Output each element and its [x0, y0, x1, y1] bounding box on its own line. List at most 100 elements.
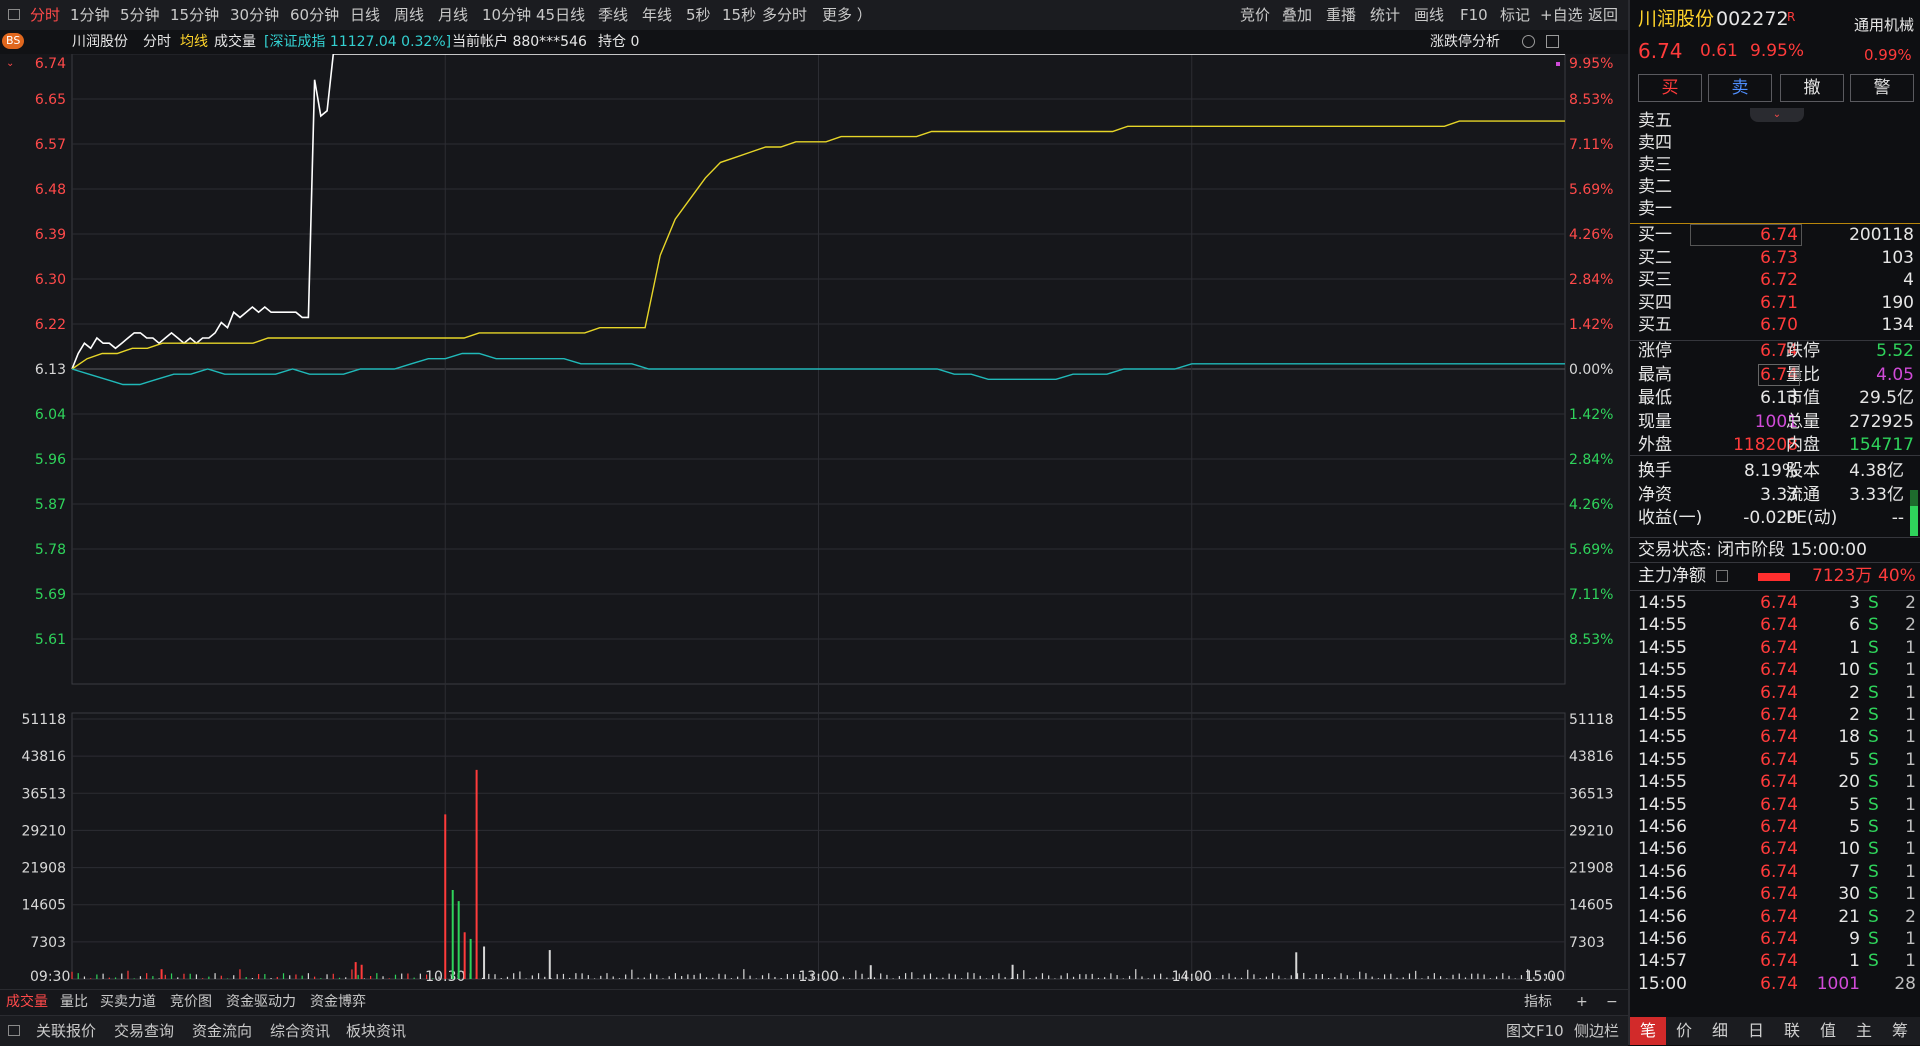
tick-volume: 5: [1849, 817, 1860, 837]
period-tab-11[interactable]: 季线: [598, 0, 628, 30]
period-tab-14[interactable]: 15秒: [722, 0, 756, 30]
tick-price: 6.74: [1760, 615, 1798, 636]
tick-price: 6.74: [1760, 772, 1798, 793]
main-net-info-icon[interactable]: [1716, 570, 1728, 582]
period-tab-3[interactable]: 15分钟: [170, 0, 219, 30]
status-menu-icon[interactable]: [8, 1025, 20, 1036]
price-tick-label-3: 6.48: [35, 182, 66, 198]
indicator-tab-0[interactable]: 成交量: [6, 990, 48, 1015]
period-tab-5[interactable]: 60分钟: [290, 0, 339, 30]
buy-button[interactable]: 买: [1638, 74, 1702, 102]
period-tab-0[interactable]: 分时: [30, 0, 60, 30]
detail-tab-2[interactable]: 细: [1702, 1017, 1738, 1045]
time-tick-label-4: 15:00: [1525, 969, 1565, 985]
detail-tab-0[interactable]: 笔: [1630, 1017, 1666, 1045]
quote-stock-name: 川润股份: [1638, 8, 1715, 30]
sector-name[interactable]: 通用机械: [1854, 14, 1914, 36]
collapse-chevron-icon[interactable]: ⌄: [1750, 108, 1804, 122]
status-item-1[interactable]: 交易查询: [114, 1016, 174, 1046]
cancel-order-button[interactable]: 撤: [1780, 74, 1844, 102]
sidebar-toggle-button[interactable]: 侧边栏: [1574, 1016, 1619, 1046]
volume-tick-label-right-2: 36513: [1569, 786, 1614, 802]
tool-button-3[interactable]: 统计: [1370, 0, 1400, 30]
period-tab-2[interactable]: 5分钟: [120, 0, 160, 30]
tick-volume: 1: [1849, 951, 1860, 972]
bid-volume: 134: [1881, 315, 1914, 335]
detail-tab-6[interactable]: 主: [1846, 1017, 1882, 1045]
tool-button-7[interactable]: +自选: [1540, 0, 1583, 30]
tool-button-2[interactable]: 重播: [1326, 0, 1356, 30]
alert-button[interactable]: 警: [1850, 74, 1914, 102]
period-tab-6[interactable]: 日线: [350, 0, 380, 30]
indicator-tab-4[interactable]: 资金驱动力: [226, 990, 296, 1015]
zoom-icon[interactable]: [1522, 35, 1535, 48]
price-tick-label-4: 6.39: [35, 227, 66, 243]
status-item-4[interactable]: 板块资讯: [346, 1016, 406, 1046]
period-tab-7[interactable]: 周线: [394, 0, 424, 30]
chart-collapse-icon: ⌄: [6, 58, 14, 69]
volume-tick-label-right-1: 43816: [1569, 749, 1614, 765]
indicator-tab-3[interactable]: 竞价图: [170, 990, 212, 1015]
tick-time: 14:56: [1638, 929, 1687, 949]
window-menu-icon[interactable]: [8, 9, 20, 20]
tool-button-0[interactable]: 竞价: [1240, 0, 1270, 30]
avg-line-label[interactable]: 均线: [180, 30, 208, 54]
sell-button[interactable]: 卖: [1708, 74, 1772, 102]
tick-price: 6.74: [1760, 794, 1798, 815]
tool-button-1[interactable]: 叠加: [1282, 0, 1312, 30]
tick-side: S: [1868, 839, 1879, 860]
indicator-tab-1[interactable]: 量比: [60, 990, 88, 1015]
stat2-label: 股本: [1786, 461, 1820, 481]
bs-badge[interactable]: BS: [2, 33, 25, 49]
status-item-2[interactable]: 资金流向: [192, 1016, 252, 1046]
tick-price: 6.74: [1760, 727, 1798, 748]
detail-tab-1[interactable]: 价: [1666, 1017, 1702, 1045]
indicator-tab-2[interactable]: 买卖力道: [100, 990, 156, 1015]
tick-time: 14:55: [1638, 727, 1687, 748]
period-tab-8[interactable]: 月线: [438, 0, 468, 30]
tool-button-8[interactable]: 返回: [1588, 0, 1618, 30]
tick-time: 14:56: [1638, 861, 1687, 882]
tick-count: 2: [1905, 593, 1916, 613]
volume-tick-label-right-5: 14605: [1569, 898, 1614, 914]
period-tab-12[interactable]: 年线: [642, 0, 672, 30]
quote-stock-code: 002272: [1716, 8, 1789, 30]
main-net-bar: [1758, 573, 1790, 581]
stat-label: 跌停: [1786, 341, 1820, 361]
status-item-0[interactable]: 关联报价: [36, 1016, 96, 1046]
tool-button-6[interactable]: 标记: [1500, 0, 1530, 30]
period-tab-13[interactable]: 5秒: [686, 0, 711, 30]
intraday-chart[interactable]: 6.74 9.95% 6.65 8.53% 6.57 7.11% 6.48 5.69% 6.39…: [0, 53, 1628, 989]
tick-time: 14:55: [1638, 682, 1687, 703]
volume-label[interactable]: 成交量: [214, 30, 256, 54]
period-tab-10[interactable]: 45日线: [536, 0, 585, 30]
bid-label: 买三: [1638, 270, 1672, 290]
detail-tab-5[interactable]: 值: [1810, 1017, 1846, 1045]
period-tab-1[interactable]: 1分钟: [70, 0, 110, 30]
stat-label: 总量: [1786, 411, 1820, 432]
indicator-button[interactable]: 指标: [1524, 990, 1552, 1015]
f10-button[interactable]: 图文F10: [1506, 1016, 1564, 1046]
period-tab-15[interactable]: 多分时: [762, 0, 807, 30]
status-item-3[interactable]: 综合资讯: [270, 1016, 330, 1046]
tick-price: 6.74: [1760, 593, 1798, 613]
tick-price: 6.74: [1760, 839, 1798, 860]
detail-tab-7[interactable]: 筹: [1882, 1017, 1918, 1045]
stat2-value: -0.020: [1743, 508, 1798, 528]
detail-tab-4[interactable]: 联: [1774, 1017, 1810, 1045]
tool-button-4[interactable]: 画线: [1414, 0, 1444, 30]
detail-tab-3[interactable]: 日: [1738, 1017, 1774, 1045]
panel-toggle-icon[interactable]: [1546, 35, 1559, 48]
tool-button-5[interactable]: F10: [1460, 0, 1488, 30]
tick-side: S: [1868, 660, 1879, 681]
tick-side: S: [1868, 727, 1879, 748]
period-tab-4[interactable]: 30分钟: [230, 0, 279, 30]
limit-analysis-button[interactable]: 涨跌停分析: [1430, 30, 1500, 54]
indicator-tab-5[interactable]: 资金博弈: [310, 990, 366, 1015]
period-tab-16[interactable]: 更多 ）: [822, 0, 872, 30]
position-label: 持仓 0: [598, 34, 640, 50]
indicator-remove-button[interactable]: −: [1606, 990, 1618, 1015]
tick-time: 14:55: [1638, 749, 1687, 770]
period-tab-9[interactable]: 10分钟: [482, 0, 531, 30]
indicator-add-button[interactable]: +: [1576, 990, 1588, 1015]
